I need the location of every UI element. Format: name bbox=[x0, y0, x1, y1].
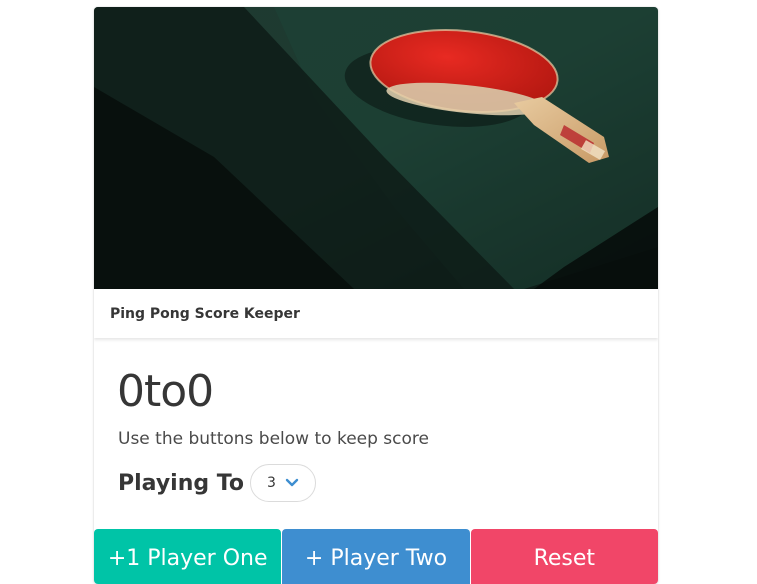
card-header: Ping Pong Score Keeper bbox=[94, 289, 658, 338]
player-two-button[interactable]: + Player Two bbox=[282, 529, 470, 584]
score-keeper-card: Ping Pong Score Keeper 0to0 Use the butt… bbox=[94, 7, 658, 584]
playing-to-label: Playing To bbox=[118, 470, 244, 496]
instructions-text: Use the buttons below to keep score bbox=[118, 429, 429, 449]
paddle-image bbox=[94, 7, 658, 289]
card-content: 0to0 Use the buttons below to keep score… bbox=[94, 338, 658, 529]
reset-button[interactable]: Reset bbox=[470, 529, 658, 584]
chevron-down-icon bbox=[285, 478, 299, 487]
playing-to-row: Playing To 3 bbox=[118, 464, 316, 502]
card-header-title: Ping Pong Score Keeper bbox=[110, 305, 300, 322]
playing-to-value: 3 bbox=[266, 475, 276, 491]
player-one-button[interactable]: +1 Player One bbox=[94, 529, 282, 584]
score-display: 0to0 bbox=[117, 366, 214, 417]
playing-to-select[interactable]: 3 bbox=[249, 464, 316, 502]
card-footer: +1 Player One + Player Two Reset bbox=[94, 529, 658, 584]
